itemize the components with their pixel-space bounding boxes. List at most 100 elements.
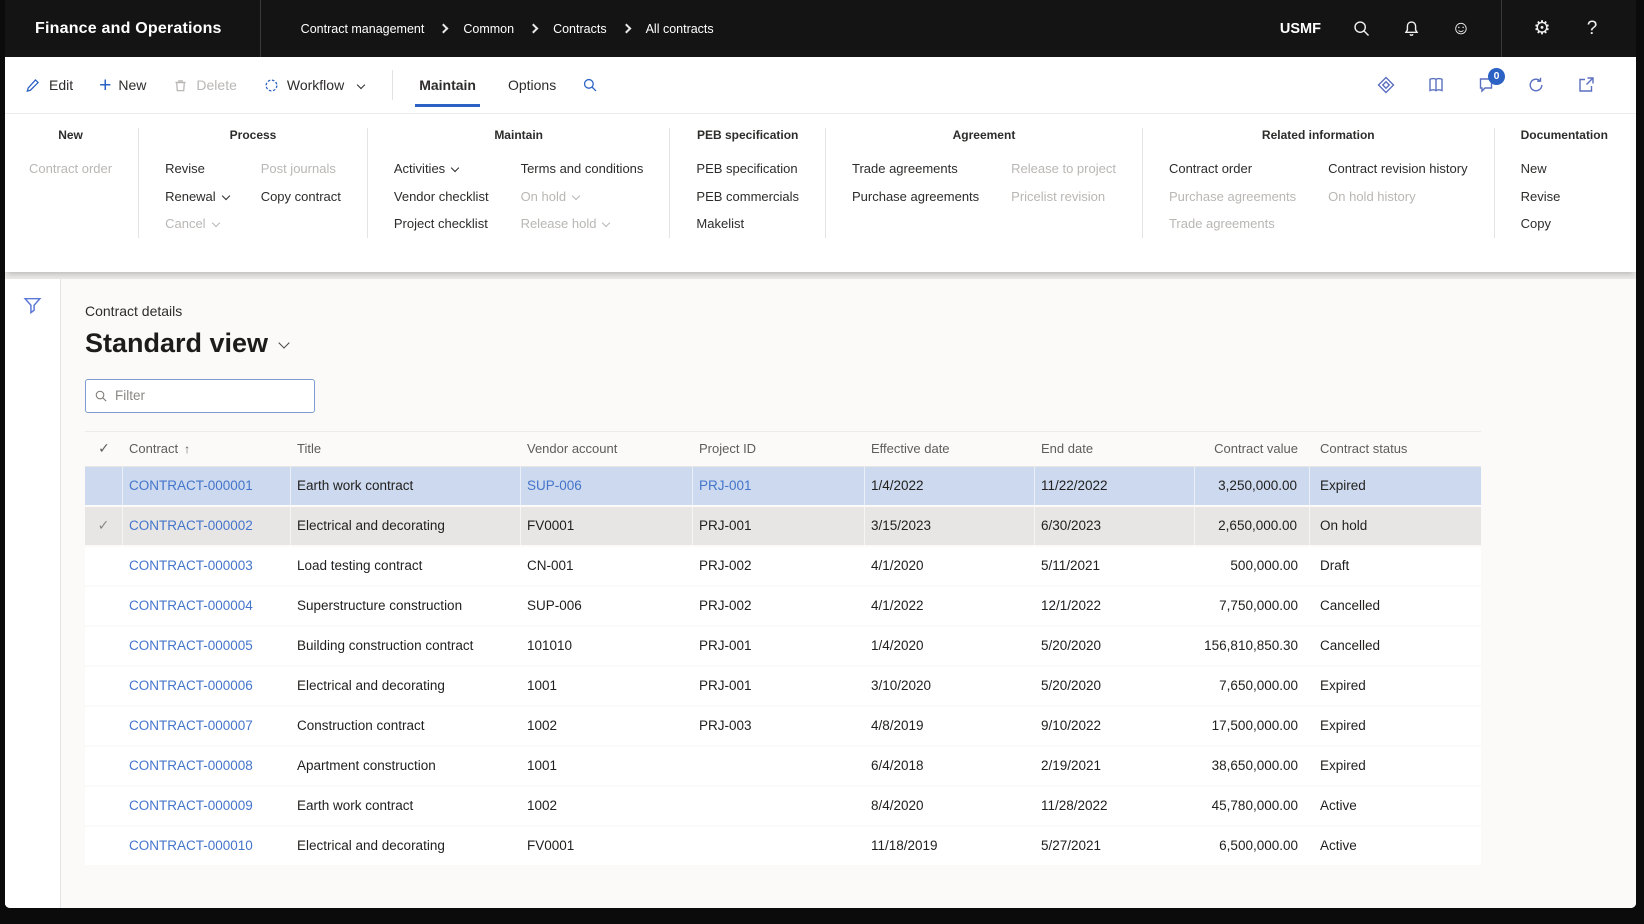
- contract-status: Expired: [1310, 467, 1481, 505]
- ribbon-group-title: Agreement: [852, 128, 1116, 142]
- company-picker[interactable]: USMF: [1280, 21, 1321, 37]
- select-all-check-icon[interactable]: ✓: [98, 440, 110, 456]
- table-row[interactable]: ✓ CONTRACT-000002 Electrical and decorat…: [85, 507, 1481, 547]
- table-row[interactable]: ✓ CONTRACT-000004 Superstructure constru…: [85, 587, 1481, 627]
- column-header-vendor-account[interactable]: Vendor account: [521, 441, 693, 456]
- ribbon-item-peb-commercials[interactable]: PEB commercials: [696, 183, 799, 211]
- contracts-grid: ✓ Contract↑ Title Vendor account Project…: [85, 431, 1481, 867]
- project-link[interactable]: PRJ-001: [699, 478, 752, 493]
- trash-icon: [172, 77, 189, 94]
- ribbon-item-terms-and-conditions[interactable]: Terms and conditions: [521, 155, 644, 183]
- ribbon-item-revise[interactable]: Revise: [1521, 183, 1561, 211]
- breadcrumb-area[interactable]: Common: [463, 22, 514, 36]
- table-row[interactable]: ✓ CONTRACT-000005 Building construction …: [85, 627, 1481, 667]
- contract-title: Superstructure construction: [291, 598, 521, 613]
- ribbon-item-makelist[interactable]: Makelist: [696, 210, 799, 238]
- chevron-down-icon: [357, 81, 365, 89]
- contract-link[interactable]: CONTRACT-000010: [129, 838, 253, 853]
- contract-link[interactable]: CONTRACT-000001: [129, 478, 253, 493]
- contract-link[interactable]: CONTRACT-000009: [129, 798, 253, 813]
- filter-funnel-icon[interactable]: [22, 295, 43, 316]
- ribbon-item-contract-revision-history[interactable]: Contract revision history: [1328, 155, 1467, 183]
- contract-status: Cancelled: [1310, 598, 1481, 613]
- book-icon[interactable]: [1426, 75, 1446, 95]
- edit-button[interactable]: Edit: [25, 77, 73, 94]
- notifications-bell-icon[interactable]: [1401, 19, 1421, 39]
- ribbon-item-activities[interactable]: Activities: [394, 155, 489, 183]
- breadcrumb-section[interactable]: Contracts: [553, 22, 607, 36]
- topbar-divider: [1501, 0, 1502, 57]
- contract-link[interactable]: CONTRACT-000005: [129, 638, 253, 653]
- help-icon[interactable]: ?: [1582, 19, 1602, 39]
- effective-date: 6/4/2018: [865, 758, 1035, 773]
- tab-options[interactable]: Options: [492, 57, 572, 114]
- end-date: 6/30/2023: [1035, 507, 1195, 545]
- table-row[interactable]: ✓ CONTRACT-000007 Construction contract …: [85, 707, 1481, 747]
- settings-gear-icon[interactable]: ⚙: [1532, 19, 1552, 39]
- table-row[interactable]: ✓ CONTRACT-000010 Electrical and decorat…: [85, 827, 1481, 867]
- messages-icon[interactable]: 0: [1476, 75, 1496, 95]
- ribbon-item-peb-specification[interactable]: PEB specification: [696, 155, 799, 183]
- ribbon-item-copy-contract[interactable]: Copy contract: [261, 183, 341, 211]
- contract-title: Building construction contract: [291, 638, 521, 653]
- contract-link[interactable]: CONTRACT-000004: [129, 598, 253, 613]
- contract-link[interactable]: CONTRACT-000002: [129, 518, 253, 533]
- ribbon-item-purchase-agreements[interactable]: Purchase agreements: [852, 183, 979, 211]
- new-button[interactable]: + New: [99, 77, 146, 94]
- filter-rail: [5, 279, 61, 909]
- column-header-project-id[interactable]: Project ID: [693, 441, 865, 456]
- action-search-button[interactable]: [582, 77, 598, 93]
- ribbon-item-new[interactable]: New: [1521, 155, 1561, 183]
- breadcrumb-module[interactable]: Contract management: [301, 22, 425, 36]
- ribbon-item-trade-agreements[interactable]: Trade agreements: [852, 155, 979, 183]
- column-header-contract-status[interactable]: Contract status: [1310, 441, 1481, 456]
- tab-maintain[interactable]: Maintain: [403, 57, 492, 114]
- feedback-smiley-icon[interactable]: ☺: [1451, 19, 1471, 39]
- topbar-divider: [260, 0, 261, 57]
- contract-status: Expired: [1310, 758, 1481, 773]
- breadcrumb-page[interactable]: All contracts: [646, 22, 714, 36]
- column-header-effective-date[interactable]: Effective date: [865, 441, 1035, 456]
- ribbon-item-renewal[interactable]: Renewal: [165, 183, 229, 211]
- ribbon-item-release-to-project: Release to project: [1011, 155, 1116, 183]
- grid-filter-box[interactable]: [85, 379, 315, 413]
- effective-date: 4/8/2019: [865, 718, 1035, 733]
- contract-link[interactable]: CONTRACT-000006: [129, 678, 253, 693]
- column-header-contract-value[interactable]: Contract value: [1195, 441, 1310, 456]
- ribbon-group-related-information: Related informationContract orderPurchas…: [1142, 128, 1494, 238]
- power-apps-icon[interactable]: [1376, 75, 1396, 95]
- workflow-button[interactable]: Workflow: [263, 77, 364, 94]
- refresh-icon[interactable]: [1526, 75, 1546, 95]
- table-row[interactable]: ✓ CONTRACT-000003 Load testing contract …: [85, 547, 1481, 587]
- effective-date: 8/4/2020: [865, 798, 1035, 813]
- vendor-link[interactable]: SUP-006: [527, 478, 582, 493]
- contract-value: 7,650,000.00: [1195, 678, 1310, 693]
- table-row[interactable]: ✓ CONTRACT-000001 Earth work contract SU…: [85, 467, 1481, 507]
- search-icon: [94, 389, 108, 403]
- table-row[interactable]: ✓ CONTRACT-000008 Apartment construction…: [85, 747, 1481, 787]
- ribbon-item-copy[interactable]: Copy: [1521, 210, 1561, 238]
- open-in-new-window-icon[interactable]: [1576, 75, 1596, 95]
- column-header-title[interactable]: Title: [291, 441, 521, 456]
- contract-link[interactable]: CONTRACT-000008: [129, 758, 253, 773]
- column-header-contract[interactable]: Contract↑: [123, 441, 291, 456]
- contract-link[interactable]: CONTRACT-000003: [129, 558, 253, 573]
- column-header-end-date[interactable]: End date: [1035, 441, 1195, 456]
- ribbon-item-vendor-checklist[interactable]: Vendor checklist: [394, 183, 489, 211]
- ribbon-item-project-checklist[interactable]: Project checklist: [394, 210, 489, 238]
- breadcrumb: Contract management Common Contracts All…: [301, 22, 714, 36]
- delete-button: Delete: [172, 77, 236, 94]
- project-id: PRJ-001: [693, 507, 865, 545]
- ribbon-item-contract-order[interactable]: Contract order: [1169, 155, 1296, 183]
- contract-link[interactable]: CONTRACT-000007: [129, 718, 253, 733]
- table-row[interactable]: ✓ CONTRACT-000006 Electrical and decorat…: [85, 667, 1481, 707]
- vendor-account: 1001: [521, 678, 693, 693]
- view-selector[interactable]: Standard view: [85, 328, 1636, 359]
- search-icon[interactable]: [1351, 19, 1371, 39]
- ribbon-item-post-journals: Post journals: [261, 155, 341, 183]
- app-title[interactable]: Finance and Operations: [5, 20, 260, 38]
- project-id: PRJ-001: [693, 467, 865, 505]
- table-row[interactable]: ✓ CONTRACT-000009 Earth work contract 10…: [85, 787, 1481, 827]
- ribbon-item-revise[interactable]: Revise: [165, 155, 229, 183]
- filter-input[interactable]: [108, 388, 306, 403]
